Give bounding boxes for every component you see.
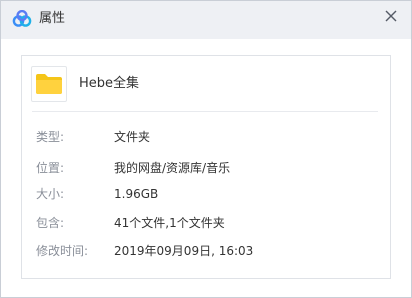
contains-value: 41个文件,1个文件夹 [114, 216, 225, 230]
location-value: 我的网盘/资源库/音乐 [114, 161, 231, 175]
baidu-netdisk-logo-icon [12, 9, 32, 28]
type-value: 文件夹 [114, 130, 151, 144]
type-label: 类型: [36, 130, 65, 144]
location-label: 位置: [36, 161, 65, 175]
file-icon-box [31, 66, 67, 102]
close-icon [385, 10, 397, 22]
file-name: Hebe全集 [79, 76, 140, 91]
divider [32, 111, 378, 112]
modified-time-value: 2019年09月09日, 16:03 [114, 244, 254, 258]
size-label: 大小: [36, 187, 65, 201]
folder-icon [36, 74, 62, 94]
properties-dialog: 属性 Hebe全集 类型: 文件夹 位置: 我的网盘/资源库/音乐 大小: 1.… [0, 0, 412, 298]
properties-panel: Hebe全集 类型: 文件夹 位置: 我的网盘/资源库/音乐 大小: 1.96G… [21, 55, 391, 279]
size-value: 1.96GB [114, 187, 159, 201]
modified-time-label: 修改时间: [36, 244, 89, 258]
close-button[interactable] [381, 6, 401, 26]
contains-label: 包含: [36, 216, 65, 230]
dialog-titlebar[interactable]: 属性 [1, 1, 411, 39]
dialog-title: 属性 [39, 11, 66, 26]
